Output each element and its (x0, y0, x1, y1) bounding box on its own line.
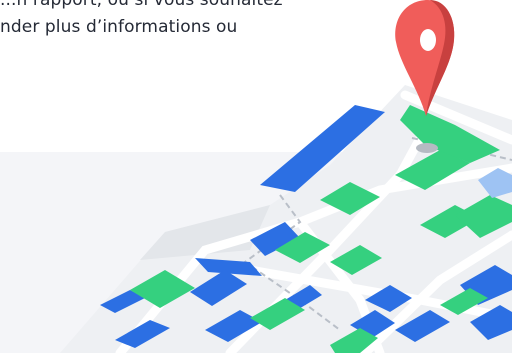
pin-shadow (416, 143, 438, 153)
city-map-illustration (60, 0, 512, 353)
